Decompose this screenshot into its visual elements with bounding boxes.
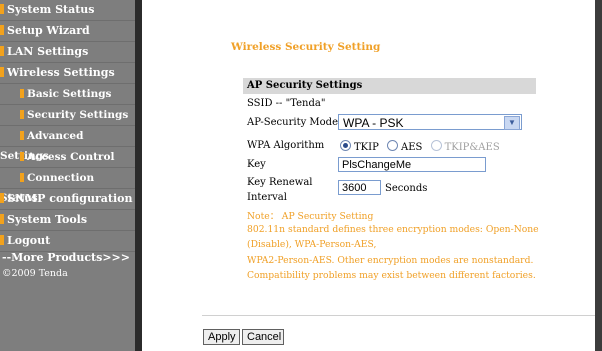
tkip-label: TKIP [354,142,379,153]
chevron-down-icon[interactable]: ▼ [504,116,520,130]
key-renewal-value: 3600 [342,182,367,194]
ssid-text: SSID -- "Tenda" [247,98,326,109]
security-mode-value: WPA - PSK [343,116,404,130]
page-title: Wireless Security Setting [231,41,381,53]
bullet-icon [20,152,24,161]
bullet-icon [0,214,4,224]
ap-security-panel: AP Security Settings [243,78,536,94]
security-mode-label: AP-Security Mode [247,117,338,128]
more-products-link[interactable]: --More Products>>> [2,251,130,264]
note-line: Compatibility problems may exist between… [247,270,536,281]
sidebar: System Status Setup Wizard LAN Settings … [0,0,135,351]
sidebar-item-connection-status[interactable]: Connection Status [0,168,135,204]
bullet-icon [0,4,4,14]
sidebar-item-label: System Tools [7,213,88,226]
bullet-icon [0,67,4,77]
note-line: (Disable), WPA-Person-AES, [247,239,377,250]
sidebar-item-access-control[interactable]: Access Control [0,147,135,168]
sidebar-item-system-status[interactable]: System Status [0,0,135,21]
key-renewal-label: Key Renewal [247,177,313,188]
tkip-radio[interactable] [340,140,351,151]
sidebar-item-label: Security Settings [27,109,129,121]
sidebar-item-setup-wizard[interactable]: Setup Wizard [0,21,135,42]
sidebar-item-lan-settings[interactable]: LAN Settings [0,42,135,63]
main-content: Wireless Security Setting AP Security Se… [142,0,595,351]
wpa-algorithm-label: WPA Algorithm [247,140,325,151]
sidebar-item-wireless-settings[interactable]: Wireless Settings [0,63,135,84]
key-renewal-input[interactable]: 3600 [338,180,381,195]
sidebar-item-label: Basic Settings [27,88,112,100]
content-divider [202,315,595,316]
wpa-algorithm-options: TKIP AES TKIP&AES [340,140,505,153]
sidebar-item-logout[interactable]: Logout [0,231,135,252]
sidebar-item-label: Setup Wizard [7,24,90,37]
note-line: 802.11n standard defines three encryptio… [247,224,539,235]
cancel-button[interactable]: Cancel [242,329,284,345]
bullet-icon [20,173,24,182]
sidebar-item-label: Access Control [27,151,115,163]
sidebar-item-snmp-configuration[interactable]: SNMP configuration [0,189,135,210]
note-line: WPA2-Person-AES. Other encryption modes … [247,255,534,266]
sidebar-item-advanced-settings[interactable]: Advanced Settings [0,126,135,162]
bullet-icon [20,131,24,140]
security-mode-select[interactable]: WPA - PSK ▼ [338,114,522,130]
key-label: Key [247,159,266,170]
right-frame-border [595,0,602,351]
sidebar-item-label: System Status [7,3,95,16]
bullet-icon [0,25,4,35]
key-input[interactable]: PlsChangeMe [338,157,486,172]
sidebar-item-label: SNMP configuration [7,192,133,205]
bullet-icon [0,235,4,245]
note-title: Note： AP Security Setting [247,211,374,222]
bullet-icon [0,46,4,56]
sidebar-item-system-tools[interactable]: System Tools [0,210,135,231]
seconds-unit: Seconds [385,183,428,194]
bullet-icon [20,89,24,98]
tkip-aes-radio [430,140,442,151]
tkip-aes-label: TKIP&AES [444,142,500,153]
panel-heading: AP Security Settings [243,78,536,94]
aes-label: AES [401,142,423,153]
sidebar-item-basic-settings[interactable]: Basic Settings [0,84,135,105]
sidebar-item-label: Logout [7,234,51,247]
key-value: PlsChangeMe [342,159,412,171]
key-renewal-label-2: Interval [247,192,287,203]
left-frame-divider [135,0,142,351]
copyright-text: ©2009 Tenda [2,268,68,279]
sidebar-item-label: LAN Settings [7,45,89,58]
sidebar-item-security-settings[interactable]: Security Settings [0,105,135,126]
sidebar-item-label: Wireless Settings [7,66,115,79]
bullet-icon [20,110,24,119]
aes-radio[interactable] [387,140,399,151]
apply-button[interactable]: Apply [203,329,240,345]
bullet-icon [0,193,4,203]
